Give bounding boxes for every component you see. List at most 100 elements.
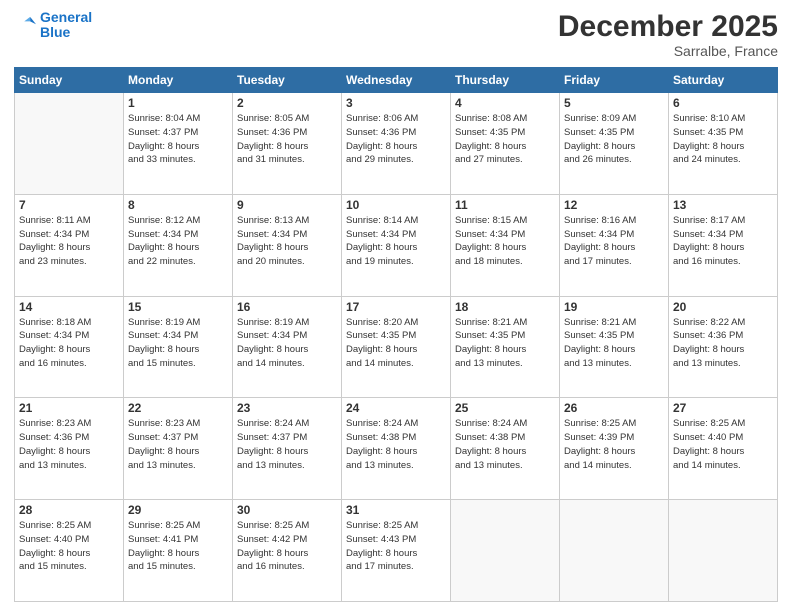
day-number: 11 (455, 198, 555, 212)
day-info: Sunrise: 8:05 AMSunset: 4:36 PMDaylight:… (237, 112, 337, 167)
title-block: December 2025 Sarralbe, France (558, 10, 778, 59)
day-number: 30 (237, 503, 337, 517)
day-number: 10 (346, 198, 446, 212)
calendar-day-cell: 2 Sunrise: 8:05 AMSunset: 4:36 PMDaylight… (233, 93, 342, 195)
day-info: Sunrise: 8:23 AMSunset: 4:36 PMDaylight:… (19, 417, 119, 472)
calendar-week-row: 21 Sunrise: 8:23 AMSunset: 4:36 PMDayligh… (15, 398, 778, 500)
day-number: 25 (455, 401, 555, 415)
calendar-week-row: 1 Sunrise: 8:04 AMSunset: 4:37 PMDaylight… (15, 93, 778, 195)
month-title: December 2025 (558, 10, 778, 43)
day-number: 7 (19, 198, 119, 212)
day-number: 20 (673, 300, 773, 314)
calendar-day-cell: 22 Sunrise: 8:23 AMSunset: 4:37 PMDayligh… (124, 398, 233, 500)
day-number: 3 (346, 96, 446, 110)
day-number: 31 (346, 503, 446, 517)
day-info: Sunrise: 8:10 AMSunset: 4:35 PMDaylight:… (673, 112, 773, 167)
day-number: 27 (673, 401, 773, 415)
day-info: Sunrise: 8:09 AMSunset: 4:35 PMDaylight:… (564, 112, 664, 167)
calendar-day-cell: 6 Sunrise: 8:10 AMSunset: 4:35 PMDaylight… (669, 93, 778, 195)
calendar-day-cell: 19 Sunrise: 8:21 AMSunset: 4:35 PMDayligh… (560, 296, 669, 398)
weekday-header: Tuesday (233, 68, 342, 93)
day-number: 4 (455, 96, 555, 110)
day-info: Sunrise: 8:20 AMSunset: 4:35 PMDaylight:… (346, 316, 446, 371)
day-info: Sunrise: 8:25 AMSunset: 4:40 PMDaylight:… (19, 519, 119, 574)
day-number: 14 (19, 300, 119, 314)
calendar-day-cell: 14 Sunrise: 8:18 AMSunset: 4:34 PMDayligh… (15, 296, 124, 398)
weekday-header: Sunday (15, 68, 124, 93)
calendar-day-cell: 9 Sunrise: 8:13 AMSunset: 4:34 PMDaylight… (233, 194, 342, 296)
calendar-day-cell: 10 Sunrise: 8:14 AMSunset: 4:34 PMDayligh… (342, 194, 451, 296)
day-number: 16 (237, 300, 337, 314)
calendar-day-cell: 1 Sunrise: 8:04 AMSunset: 4:37 PMDaylight… (124, 93, 233, 195)
calendar-day-cell: 17 Sunrise: 8:20 AMSunset: 4:35 PMDayligh… (342, 296, 451, 398)
day-info: Sunrise: 8:18 AMSunset: 4:34 PMDaylight:… (19, 316, 119, 371)
calendar-day-cell: 29Sunrise: 8:25 AMSunset: 4:41 PMDayligh… (124, 500, 233, 602)
day-number: 15 (128, 300, 228, 314)
day-number: 2 (237, 96, 337, 110)
day-number: 29 (128, 503, 228, 517)
day-number: 1 (128, 96, 228, 110)
day-info: Sunrise: 8:25 AMSunset: 4:43 PMDaylight:… (346, 519, 446, 574)
calendar-day-cell (669, 500, 778, 602)
day-number: 19 (564, 300, 664, 314)
day-info: Sunrise: 8:14 AMSunset: 4:34 PMDaylight:… (346, 214, 446, 269)
day-number: 17 (346, 300, 446, 314)
calendar-day-cell: 20 Sunrise: 8:22 AMSunset: 4:36 PMDayligh… (669, 296, 778, 398)
calendar-day-cell: 11 Sunrise: 8:15 AMSunset: 4:34 PMDayligh… (451, 194, 560, 296)
day-info: Sunrise: 8:11 AMSunset: 4:34 PMDaylight:… (19, 214, 119, 269)
weekday-header: Friday (560, 68, 669, 93)
day-info: Sunrise: 8:23 AMSunset: 4:37 PMDaylight:… (128, 417, 228, 472)
calendar-day-cell: 24Sunrise: 8:24 AMSunset: 4:38 PMDayligh… (342, 398, 451, 500)
day-number: 12 (564, 198, 664, 212)
day-info: Sunrise: 8:16 AMSunset: 4:34 PMDaylight:… (564, 214, 664, 269)
calendar-day-cell: 3 Sunrise: 8:06 AMSunset: 4:36 PMDaylight… (342, 93, 451, 195)
calendar-day-cell: 28 Sunrise: 8:25 AMSunset: 4:40 PMDayligh… (15, 500, 124, 602)
day-number: 26 (564, 401, 664, 415)
day-number: 13 (673, 198, 773, 212)
weekday-header: Saturday (669, 68, 778, 93)
day-number: 18 (455, 300, 555, 314)
calendar-day-cell: 4 Sunrise: 8:08 AMSunset: 4:35 PMDaylight… (451, 93, 560, 195)
day-info: Sunrise: 8:21 AMSunset: 4:35 PMDaylight:… (564, 316, 664, 371)
day-number: 21 (19, 401, 119, 415)
day-info: Sunrise: 8:12 AMSunset: 4:34 PMDaylight:… (128, 214, 228, 269)
calendar-day-cell (15, 93, 124, 195)
day-number: 8 (128, 198, 228, 212)
day-info: Sunrise: 8:15 AMSunset: 4:34 PMDaylight:… (455, 214, 555, 269)
calendar-week-row: 14 Sunrise: 8:18 AMSunset: 4:34 PMDayligh… (15, 296, 778, 398)
calendar-day-cell: 7 Sunrise: 8:11 AMSunset: 4:34 PMDaylight… (15, 194, 124, 296)
weekday-header: Monday (124, 68, 233, 93)
day-info: Sunrise: 8:08 AMSunset: 4:35 PMDaylight:… (455, 112, 555, 167)
calendar-day-cell: 18Sunrise: 8:21 AMSunset: 4:35 PMDayligh… (451, 296, 560, 398)
calendar-day-cell: 31 Sunrise: 8:25 AMSunset: 4:43 PMDayligh… (342, 500, 451, 602)
day-number: 24 (346, 401, 446, 415)
calendar-day-cell: 21 Sunrise: 8:23 AMSunset: 4:36 PMDayligh… (15, 398, 124, 500)
weekday-header: Thursday (451, 68, 560, 93)
logo-icon (14, 14, 36, 36)
calendar-day-cell: 26Sunrise: 8:25 AMSunset: 4:39 PMDayligh… (560, 398, 669, 500)
day-number: 6 (673, 96, 773, 110)
calendar-day-cell: 27 Sunrise: 8:25 AMSunset: 4:40 PMDayligh… (669, 398, 778, 500)
day-info: Sunrise: 8:24 AMSunset: 4:37 PMDaylight:… (237, 417, 337, 472)
calendar-day-cell: 30Sunrise: 8:25 AMSunset: 4:42 PMDayligh… (233, 500, 342, 602)
calendar-day-cell: 16 Sunrise: 8:19 AMSunset: 4:34 PMDayligh… (233, 296, 342, 398)
day-info: Sunrise: 8:22 AMSunset: 4:36 PMDaylight:… (673, 316, 773, 371)
calendar-day-cell: 25 Sunrise: 8:24 AMSunset: 4:38 PMDayligh… (451, 398, 560, 500)
location: Sarralbe, France (558, 43, 778, 59)
day-number: 22 (128, 401, 228, 415)
calendar-day-cell: 8 Sunrise: 8:12 AMSunset: 4:34 PMDaylight… (124, 194, 233, 296)
day-info: Sunrise: 8:24 AMSunset: 4:38 PMDaylight:… (455, 417, 555, 472)
calendar-day-cell: 23Sunrise: 8:24 AMSunset: 4:37 PMDayligh… (233, 398, 342, 500)
day-info: Sunrise: 8:06 AMSunset: 4:36 PMDaylight:… (346, 112, 446, 167)
day-info: Sunrise: 8:25 AMSunset: 4:40 PMDaylight:… (673, 417, 773, 472)
header: General Blue December 2025 Sarralbe, Fra… (14, 10, 778, 59)
day-number: 9 (237, 198, 337, 212)
calendar-week-row: 7 Sunrise: 8:11 AMSunset: 4:34 PMDaylight… (15, 194, 778, 296)
day-info: Sunrise: 8:04 AMSunset: 4:37 PMDaylight:… (128, 112, 228, 167)
calendar-day-cell: 15Sunrise: 8:19 AMSunset: 4:34 PMDayligh… (124, 296, 233, 398)
calendar-header-row: SundayMondayTuesdayWednesdayThursdayFrid… (15, 68, 778, 93)
calendar-day-cell: 13Sunrise: 8:17 AMSunset: 4:34 PMDayligh… (669, 194, 778, 296)
day-number: 28 (19, 503, 119, 517)
day-info: Sunrise: 8:13 AMSunset: 4:34 PMDaylight:… (237, 214, 337, 269)
day-info: Sunrise: 8:19 AMSunset: 4:34 PMDaylight:… (237, 316, 337, 371)
